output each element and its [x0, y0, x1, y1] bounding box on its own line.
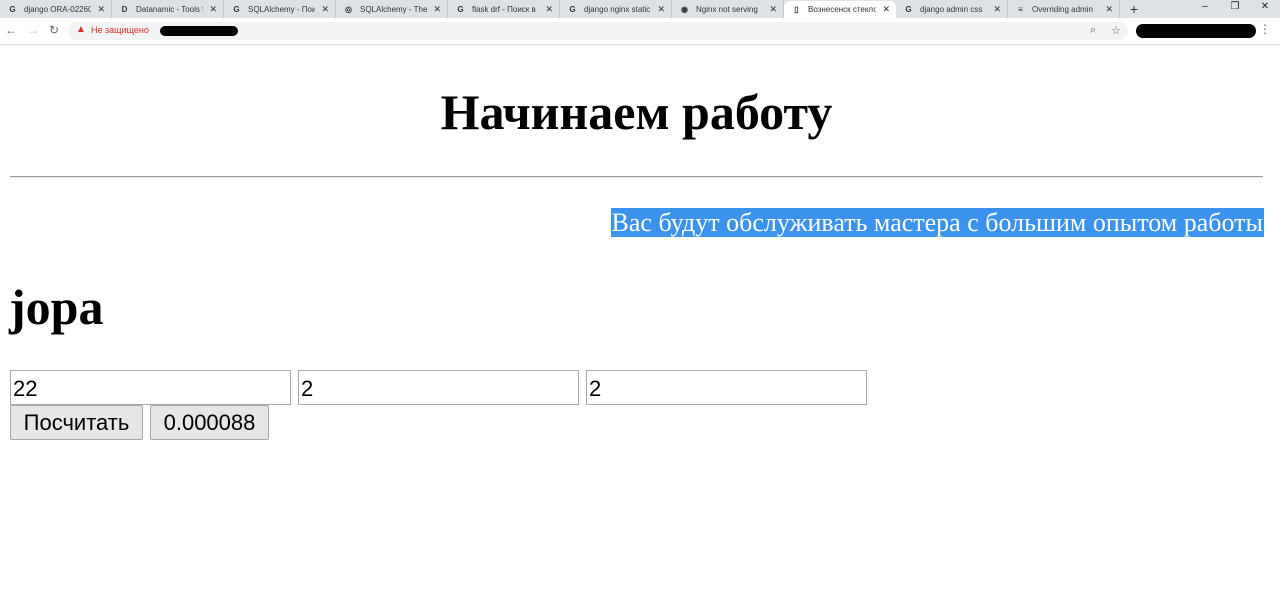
close-tab-icon[interactable]: ✕	[993, 1, 1001, 18]
tab-title: Вознесенск стекло	[808, 5, 876, 14]
section-heading: jopa	[9, 279, 104, 335]
browser-tab[interactable]: ≡ Overriding admin ✕	[1008, 1, 1120, 18]
close-tab-icon[interactable]: ✕	[97, 1, 105, 18]
tab-strip: Gdjango ORA-02260 ✕ D Datanamic - Tools f ✕ G…	[0, 0, 1280, 18]
browser-tab[interactable]: G SQLAlchemy - Пои ✕	[224, 1, 336, 18]
browser-toolbar: ← → ↻ ▲ Не защищено ⌕ ☆ ⋮	[0, 18, 1280, 45]
google-icon: G	[905, 5, 912, 14]
horizontal-rule	[10, 176, 1263, 178]
warning-icon[interactable]: ▲	[76, 24, 86, 35]
promo-text: Вас будут обслуживать мастера с большим …	[610, 208, 1264, 237]
browser-tab[interactable]: Gdjango nginx static ✕	[560, 1, 672, 18]
google-icon: G	[569, 5, 576, 14]
tab-title: SQLAlchemy - Пои	[248, 5, 315, 14]
back-button[interactable]: ←	[4, 23, 18, 37]
result-button[interactable]: 0.000088	[150, 405, 269, 440]
page-icon: ▯	[794, 5, 799, 14]
forward-button[interactable]: →	[26, 23, 40, 37]
tab-title: SQLAlchemy - The	[360, 5, 427, 14]
tab-list: Gdjango ORA-02260 ✕ D Datanamic - Tools f ✕ G…	[0, 1, 1120, 18]
calculate-button[interactable]: Посчитать	[10, 405, 143, 440]
close-window-button[interactable]: ✕	[1250, 0, 1280, 16]
menu-icon[interactable]: ⋮	[1259, 22, 1271, 36]
browser-tab[interactable]: ◉ Nginx not serving ✕	[672, 1, 784, 18]
browser-tab[interactable]: D Datanamic - Tools f ✕	[112, 1, 224, 18]
bookmark-star-icon[interactable]: ☆	[1111, 24, 1121, 37]
minimize-button[interactable]: –	[1190, 0, 1220, 16]
window-controls: – ❐ ✕	[1190, 0, 1280, 16]
close-tab-icon[interactable]: ✕	[1105, 1, 1113, 18]
google-icon: G	[9, 5, 16, 14]
security-status[interactable]: Не защищено	[91, 25, 149, 35]
input-b[interactable]	[298, 370, 579, 405]
close-tab-icon[interactable]: ✕	[882, 1, 890, 18]
tab-title: flask drf - Поиск в	[472, 5, 536, 14]
tab-title: django nginx static	[584, 5, 651, 14]
input-a[interactable]	[10, 370, 291, 405]
sqlalchemy-icon: ◎	[345, 5, 352, 14]
close-tab-icon[interactable]: ✕	[321, 1, 329, 18]
close-tab-icon[interactable]: ✕	[769, 1, 777, 18]
close-tab-icon[interactable]: ✕	[657, 1, 665, 18]
google-icon: G	[233, 5, 240, 14]
close-tab-icon[interactable]: ✕	[545, 1, 553, 18]
browser-tab[interactable]: ▯ Вознесенск стекло ✕	[784, 1, 896, 18]
browser-tab[interactable]: Gdjango admin css ✕	[896, 1, 1008, 18]
close-tab-icon[interactable]: ✕	[433, 1, 441, 18]
stackoverflow-icon: ≡	[1018, 5, 1023, 14]
url-redacted[interactable]	[160, 26, 238, 36]
profile-redacted[interactable]	[1136, 24, 1256, 38]
tab-title: Datanamic - Tools f	[136, 5, 203, 14]
restore-button[interactable]: ❐	[1220, 0, 1250, 16]
tab-title: Overriding admin	[1032, 5, 1093, 14]
browser-tab[interactable]: Gflask drf - Поиск в ✕	[448, 1, 560, 18]
zoom-icon[interactable]: ⌕	[1090, 24, 1096, 37]
page-title: Начинаем работу	[440, 84, 833, 140]
tab-title: Nginx not serving	[696, 5, 758, 14]
tab-title: django ORA-02260	[24, 5, 91, 14]
globe-icon: ◉	[681, 5, 688, 14]
browser-tab[interactable]: Gdjango ORA-02260 ✕	[0, 1, 112, 18]
datanamic-icon: D	[121, 5, 128, 14]
address-bar[interactable]: ▲ Не защищено ⌕ ☆	[68, 22, 1128, 40]
reload-button[interactable]: ↻	[47, 23, 61, 37]
browser-tab[interactable]: ◎ SQLAlchemy - The ✕	[336, 1, 448, 18]
input-c[interactable]	[586, 370, 867, 405]
tab-title: django admin css	[920, 5, 983, 14]
google-icon: G	[457, 5, 464, 14]
close-tab-icon[interactable]: ✕	[209, 1, 217, 18]
new-tab-button[interactable]: +	[1120, 1, 1148, 18]
